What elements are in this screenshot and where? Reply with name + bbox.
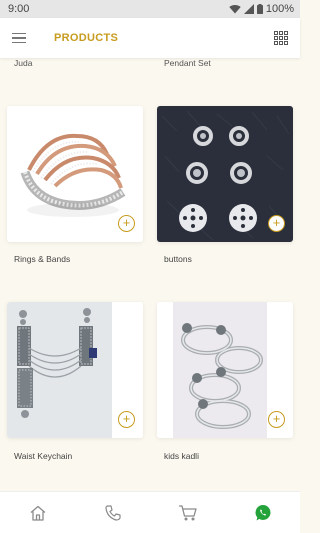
product-name[interactable]: buttons	[164, 254, 192, 264]
status-bar: 9:00 100%	[0, 0, 300, 18]
cart-icon	[178, 504, 197, 520]
wifi-icon	[229, 4, 241, 14]
status-icons: 100%	[229, 3, 294, 15]
app-bar: PRODUCTS	[0, 18, 300, 58]
grid-view-icon[interactable]	[274, 31, 288, 45]
add-button[interactable]: +	[268, 411, 285, 428]
product-card-buttons[interactable]: +	[157, 106, 293, 242]
product-label[interactable]: Pendant Set	[164, 58, 211, 68]
status-time: 9:00	[8, 3, 30, 15]
product-card-waist-keychain[interactable]: +	[7, 302, 143, 438]
nav-cart[interactable]	[168, 498, 208, 528]
product-name[interactable]: Rings & Bands	[14, 254, 70, 264]
product-card-kids-kadli[interactable]: +	[157, 302, 293, 438]
nav-home[interactable]	[18, 498, 58, 528]
previous-row-labels: Juda Pendant Set	[0, 58, 300, 70]
menu-icon[interactable]	[12, 30, 28, 46]
home-icon	[30, 505, 45, 521]
battery-percent: 100%	[265, 3, 294, 15]
product-label[interactable]: Juda	[14, 58, 32, 68]
phone-icon	[104, 504, 121, 521]
nav-call[interactable]	[93, 498, 133, 528]
battery-icon	[256, 4, 263, 14]
bottom-nav	[0, 491, 300, 533]
product-card-rings[interactable]: +	[7, 106, 143, 242]
nav-whatsapp[interactable]	[243, 498, 283, 528]
product-name[interactable]: Waist Keychain	[14, 451, 72, 461]
product-grid: Juda Pendant Set + Rings & Bands + butto…	[0, 58, 300, 491]
product-name[interactable]: kids kadli	[164, 451, 199, 461]
add-button[interactable]: +	[268, 215, 285, 232]
page-title: PRODUCTS	[54, 32, 119, 44]
signal-icon	[243, 4, 254, 14]
whatsapp-icon	[255, 504, 270, 520]
add-button[interactable]: +	[118, 215, 135, 232]
add-button[interactable]: +	[118, 411, 135, 428]
